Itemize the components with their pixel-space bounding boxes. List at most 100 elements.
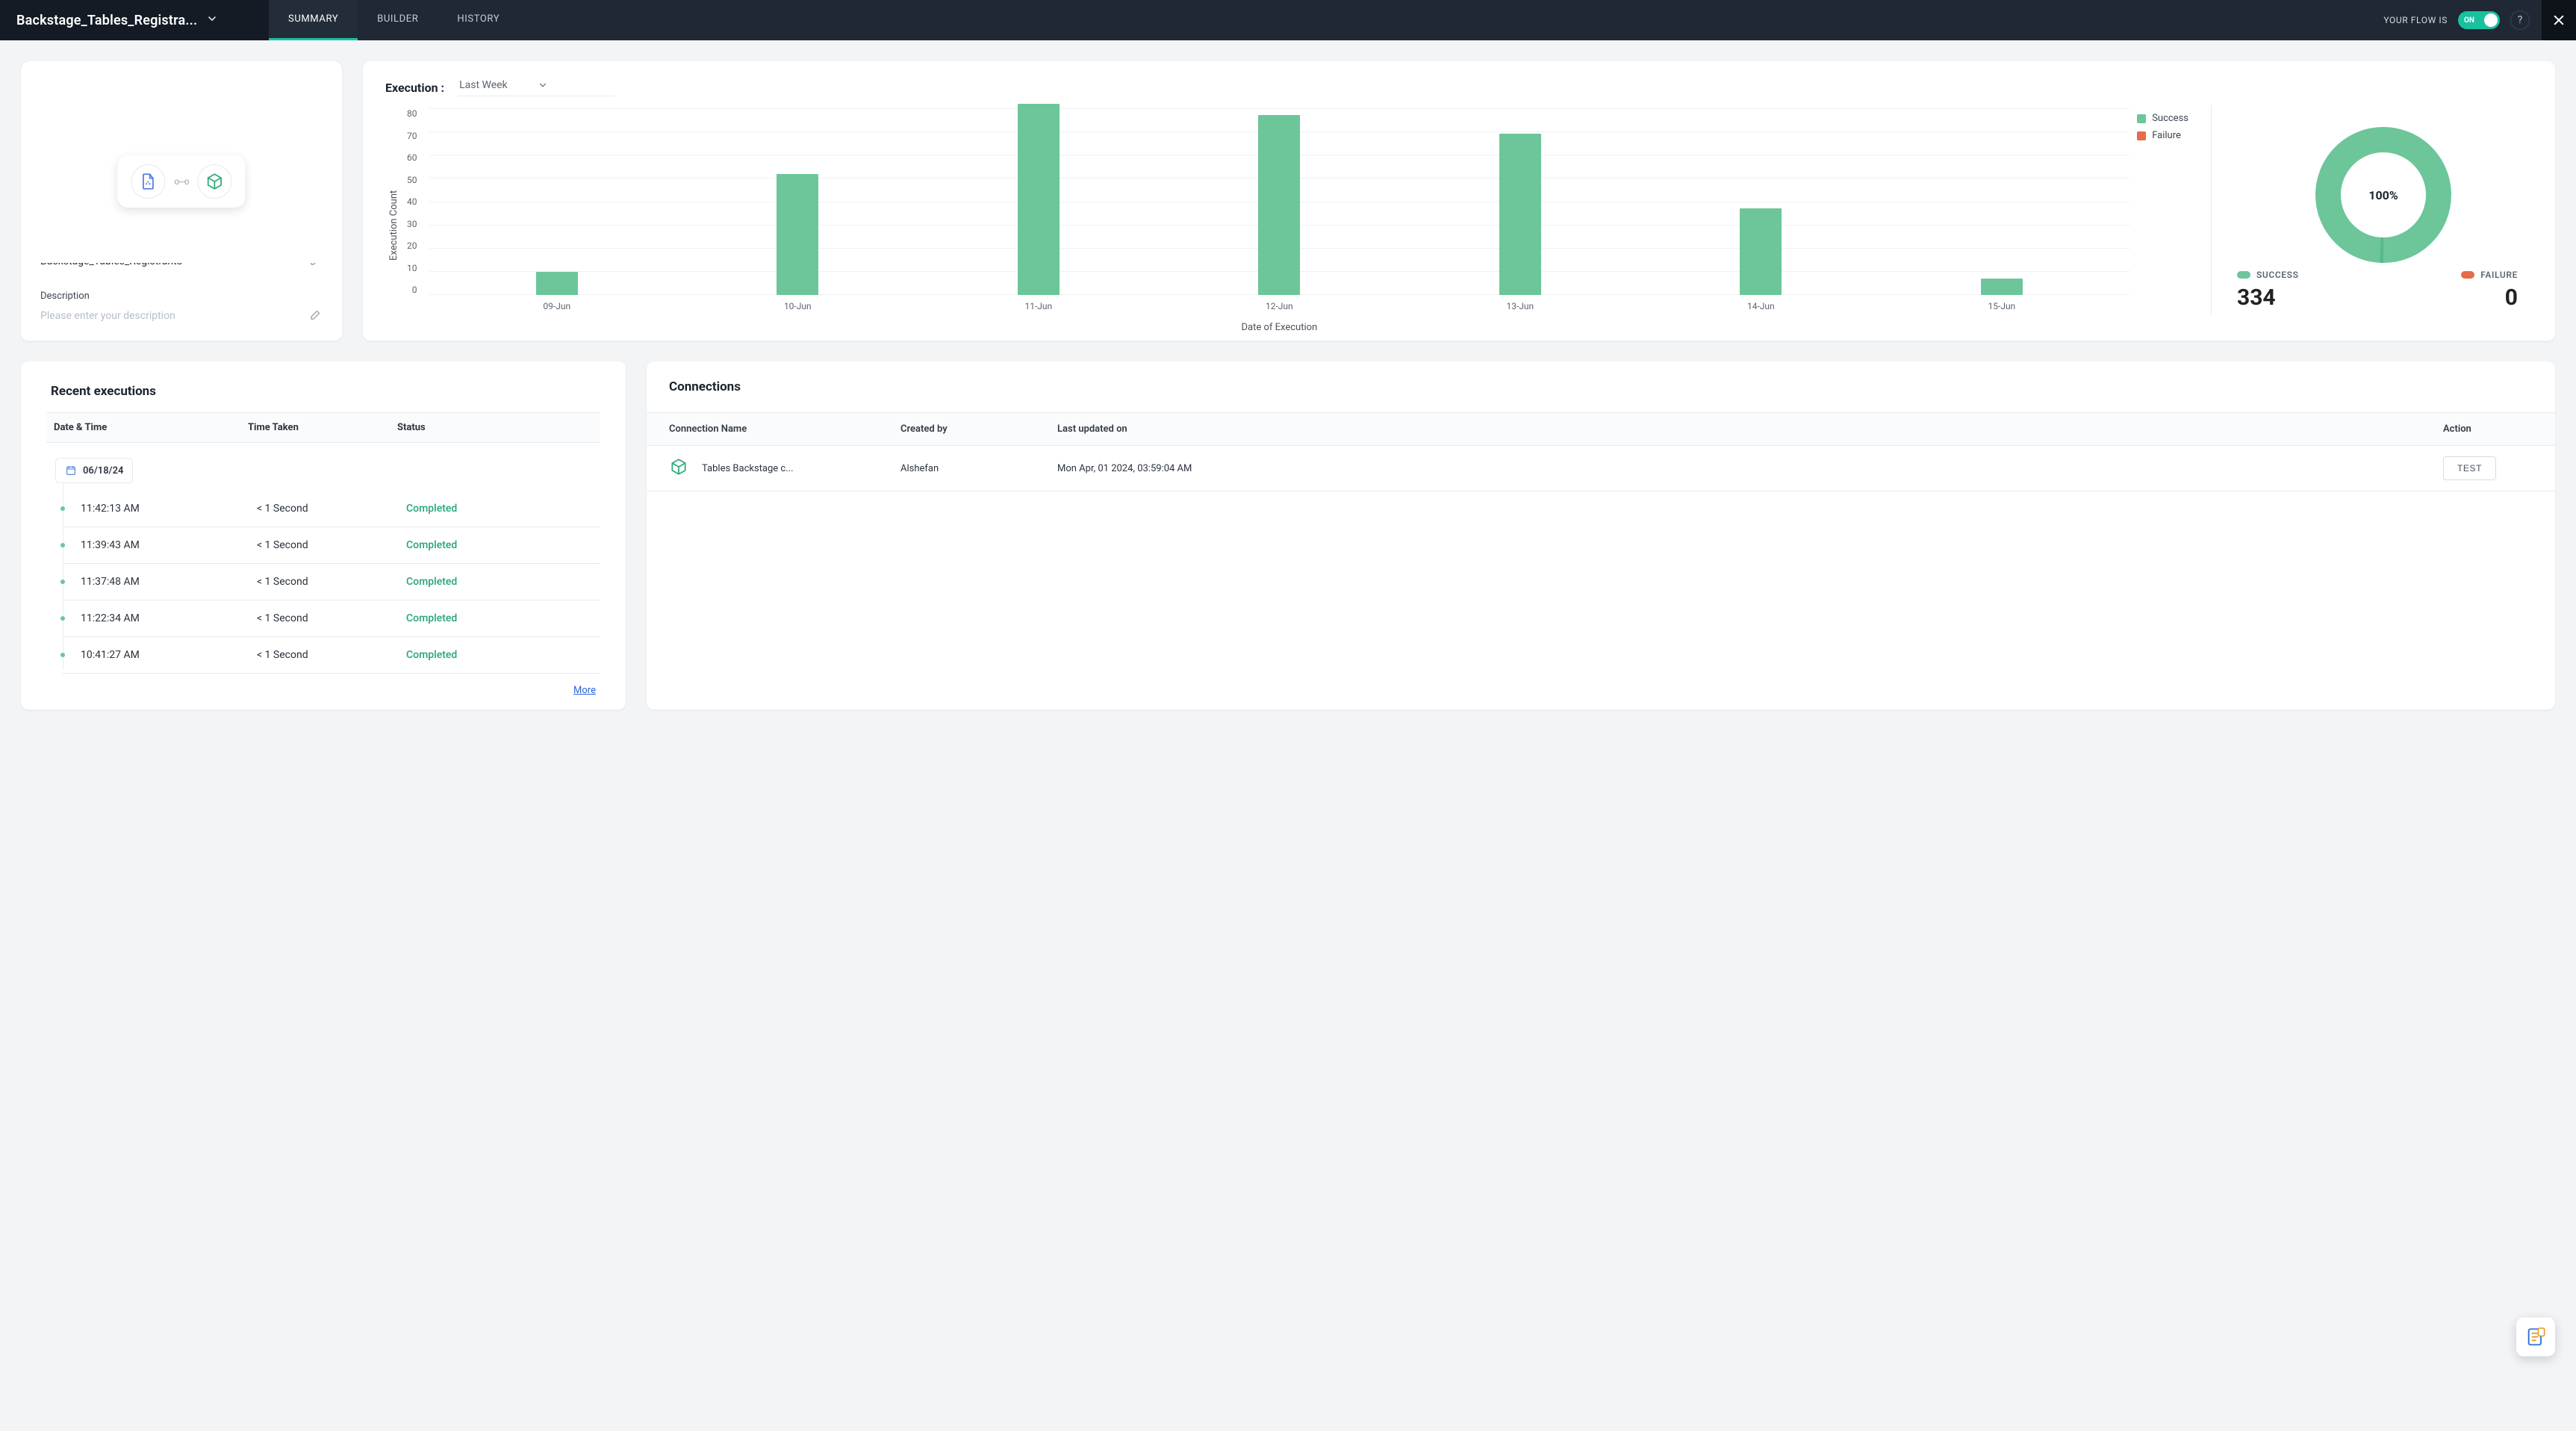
date-group-label: 06/18/24 bbox=[83, 465, 123, 477]
stat-failure-label: FAILURE bbox=[2480, 270, 2518, 280]
connections-rows: Tables Backstage c...AlshefanMon Apr, 01… bbox=[647, 446, 2555, 491]
cell-duration: < 1 Second bbox=[257, 612, 406, 624]
description-label: Description bbox=[40, 291, 90, 302]
header-right: YOUR FLOW IS ON ? bbox=[2371, 0, 2542, 40]
table-row[interactable]: 11:37:48 AM< 1 SecondCompleted bbox=[63, 564, 600, 600]
help-icon[interactable]: ? bbox=[2510, 10, 2530, 30]
cell-connection-name: Tables Backstage c... bbox=[669, 457, 900, 479]
chart-x-ticks: 09-Jun 10-Jun 11-Jun 12-Jun 13-Jun 14-Jun 15-J… bbox=[429, 301, 2130, 311]
x-tick: 14-Jun bbox=[1747, 301, 1775, 311]
bar[interactable] bbox=[1499, 134, 1541, 295]
cell-duration: < 1 Second bbox=[257, 649, 406, 661]
chart-y-ticks: 80706050403020100 bbox=[407, 108, 422, 295]
divider bbox=[2211, 105, 2212, 315]
donut-panel: 100% SUCCESS 334 FAILURE 0 bbox=[2234, 105, 2533, 315]
file-icon bbox=[131, 164, 165, 199]
x-tick: 12-Jun bbox=[1266, 301, 1293, 311]
cell-duration: < 1 Second bbox=[257, 539, 406, 551]
description-field: Description Please enter your descriptio… bbox=[40, 291, 323, 324]
bar-chart: Execution Count 80706050403020100 09-Jun… bbox=[385, 105, 2188, 315]
table-row[interactable]: 11:42:13 AM< 1 SecondCompleted bbox=[63, 491, 600, 527]
cell-created-by: Alshefan bbox=[900, 463, 1057, 474]
pill-failure bbox=[2461, 271, 2474, 279]
swatch-success bbox=[2137, 114, 2146, 123]
app-header: Backstage_Tables_Registra... SUMMARY BUI… bbox=[0, 0, 2576, 40]
swatch-failure bbox=[2137, 131, 2146, 140]
overview-card: Created on 04/02/24 16:19 o─o Flow Name*… bbox=[21, 61, 342, 341]
cell-duration: < 1 Second bbox=[257, 503, 406, 515]
flow-name-truncated: Backstage_Tables_Registra... bbox=[16, 13, 197, 28]
col-created-by: Created by bbox=[900, 423, 1057, 435]
link-icon: o─o bbox=[174, 176, 188, 187]
recent-rows: 11:42:13 AM< 1 SecondCompleted11:39:43 A… bbox=[63, 491, 600, 674]
chart-y-axis-label: Execution Count bbox=[385, 105, 399, 315]
col-time-taken: Time Taken bbox=[248, 422, 397, 433]
table-row[interactable]: 11:22:34 AM< 1 SecondCompleted bbox=[63, 600, 600, 637]
stat-success-label: SUCCESS bbox=[2256, 270, 2299, 280]
x-tick: 15-Jun bbox=[1988, 301, 2016, 311]
execution-card: Execution : Last Week Execution Count 80… bbox=[363, 61, 2555, 341]
cell-time: 11:37:48 AM bbox=[81, 576, 257, 588]
chevron-down-icon bbox=[206, 13, 218, 28]
connections-title: Connections bbox=[647, 361, 2555, 412]
col-last-updated: Last updated on bbox=[1057, 423, 2443, 435]
bar[interactable] bbox=[536, 272, 578, 295]
cell-status: Completed bbox=[406, 649, 593, 661]
flow-on-toggle[interactable]: ON bbox=[2458, 11, 2500, 29]
col-date-time: Date & Time bbox=[54, 422, 248, 433]
bar[interactable] bbox=[1258, 115, 1300, 295]
tab-summary[interactable]: SUMMARY bbox=[269, 0, 358, 40]
calendar-icon bbox=[65, 465, 77, 477]
stat-failure-value: 0 bbox=[2505, 285, 2518, 311]
chart-x-axis-label: Date of Execution bbox=[429, 322, 2130, 333]
toggle-on-text: ON bbox=[2464, 16, 2474, 25]
cell-status: Completed bbox=[406, 612, 593, 624]
close-button[interactable] bbox=[2542, 0, 2576, 40]
description-placeholder: Please enter your description bbox=[40, 310, 175, 322]
tab-builder[interactable]: BUILDER bbox=[358, 0, 438, 40]
recent-executions-card: Recent executions Date & Time Time Taken… bbox=[21, 361, 626, 710]
x-tick: 09-Jun bbox=[543, 301, 570, 311]
x-tick: 11-Jun bbox=[1024, 301, 1052, 311]
execution-title: Execution : bbox=[385, 81, 444, 95]
bar[interactable] bbox=[1018, 104, 1060, 295]
notes-fab[interactable] bbox=[2516, 1317, 2555, 1356]
cell-status: Completed bbox=[406, 539, 593, 551]
tab-history[interactable]: HISTORY bbox=[438, 0, 519, 40]
table-row[interactable]: 11:39:43 AM< 1 SecondCompleted bbox=[63, 527, 600, 564]
pill-success bbox=[2237, 271, 2250, 279]
overview-hero: Created on 04/02/24 16:19 o─o bbox=[21, 61, 342, 203]
x-tick: 10-Jun bbox=[784, 301, 812, 311]
stat-success-value: 334 bbox=[2237, 285, 2299, 311]
edit-icon[interactable] bbox=[309, 308, 323, 324]
cell-time: 10:41:27 AM bbox=[81, 649, 257, 661]
chart-bars bbox=[429, 108, 2130, 295]
x-tick: 13-Jun bbox=[1506, 301, 1534, 311]
chart-legend: Success Failure bbox=[2137, 105, 2188, 315]
cell-status: Completed bbox=[406, 576, 593, 588]
created-on: Created on 04/02/24 16:19 bbox=[40, 78, 323, 91]
bar[interactable] bbox=[1740, 208, 1782, 295]
table-row[interactable]: 10:41:27 AM< 1 SecondCompleted bbox=[63, 637, 600, 674]
flow-switcher[interactable]: Backstage_Tables_Registra... bbox=[0, 0, 269, 40]
date-group-chip[interactable]: 06/18/24 bbox=[55, 458, 133, 483]
test-button[interactable]: TEST bbox=[2443, 456, 2496, 480]
cube-icon bbox=[669, 457, 688, 479]
legend-success: Success bbox=[2152, 113, 2188, 124]
table-row[interactable]: Tables Backstage c...AlshefanMon Apr, 01… bbox=[647, 446, 2555, 491]
execution-range-picker[interactable]: Last Week bbox=[458, 79, 615, 96]
cell-time: 11:42:13 AM bbox=[81, 503, 257, 515]
cell-time: 11:22:34 AM bbox=[81, 612, 257, 624]
connections-card: Connections Connection Name Created by L… bbox=[647, 361, 2555, 710]
col-connection-name: Connection Name bbox=[669, 423, 900, 435]
bar[interactable] bbox=[1981, 279, 2023, 295]
more-link[interactable]: More bbox=[573, 685, 596, 696]
bar[interactable] bbox=[777, 174, 818, 296]
cell-time: 11:39:43 AM bbox=[81, 539, 257, 551]
header-tabs: SUMMARY BUILDER HISTORY bbox=[269, 0, 519, 40]
recent-title: Recent executions bbox=[21, 384, 626, 399]
stat-failure: FAILURE 0 bbox=[2461, 270, 2518, 311]
legend-failure: Failure bbox=[2152, 130, 2181, 141]
cell-duration: < 1 Second bbox=[257, 576, 406, 588]
donut-chart: 100% bbox=[2309, 120, 2458, 270]
